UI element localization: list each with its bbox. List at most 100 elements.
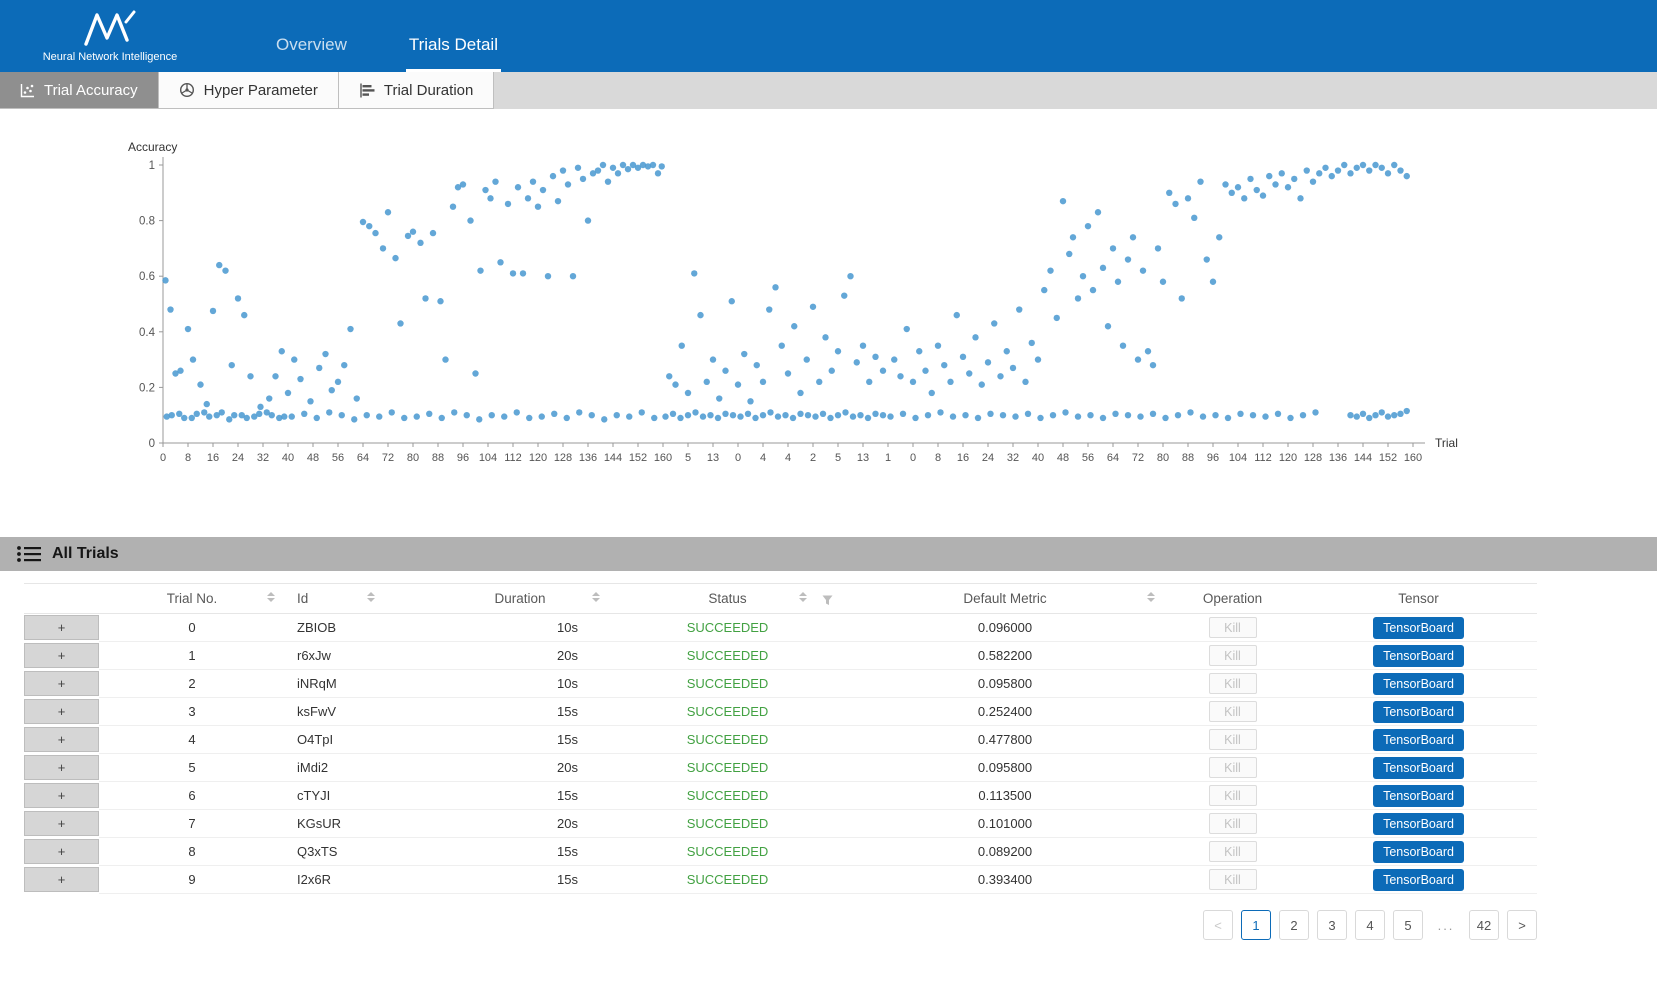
scatter-point	[766, 306, 772, 312]
nav-overview[interactable]: Overview	[273, 35, 350, 72]
scatter-point	[1397, 167, 1403, 173]
pagination-ellipsis: ...	[1431, 910, 1461, 940]
pagination-page-5[interactable]: 5	[1393, 910, 1423, 940]
scatter-point	[1275, 411, 1281, 417]
expand-row-button[interactable]: +	[24, 615, 99, 640]
col-operation: Operation	[1165, 584, 1300, 614]
col-label: Trial No.	[167, 591, 218, 606]
expand-row-button[interactable]: +	[24, 699, 99, 724]
filter-icon[interactable]	[822, 594, 833, 609]
pagination-prev-button[interactable]: <	[1203, 910, 1233, 940]
scatter-point	[297, 376, 303, 382]
scatter-point	[760, 379, 766, 385]
scatter-point	[650, 162, 656, 168]
tab-trial-duration[interactable]: Trial Duration	[339, 72, 494, 109]
expand-row-button[interactable]: +	[24, 643, 99, 668]
tensorboard-button[interactable]: TensorBoard	[1373, 673, 1464, 695]
scatter-point	[816, 379, 822, 385]
tensor-cell: TensorBoard	[1300, 782, 1537, 810]
x-tick-label: 104	[1229, 452, 1247, 464]
pagination: <12345... 42 >	[24, 910, 1537, 940]
scatter-point	[1110, 245, 1116, 251]
pagination-next-button[interactable]: >	[1507, 910, 1537, 940]
tensorboard-button[interactable]: TensorBoard	[1373, 645, 1464, 667]
scatter-point	[1347, 412, 1353, 418]
kill-button[interactable]: Kill	[1209, 813, 1257, 834]
kill-button[interactable]: Kill	[1209, 869, 1257, 890]
tensor-cell: TensorBoard	[1300, 698, 1537, 726]
x-tick-label: 8	[935, 452, 941, 464]
scatter-point	[169, 412, 175, 418]
scatter-point	[615, 170, 621, 176]
scatter-point	[950, 413, 956, 419]
sort-icon[interactable]	[592, 592, 600, 602]
scatter-point	[1235, 184, 1241, 190]
col-tensor: Tensor	[1300, 584, 1537, 614]
x-tick-label: 32	[257, 452, 269, 464]
scatter-point	[972, 334, 978, 340]
sort-icon[interactable]	[1147, 592, 1155, 602]
kill-button[interactable]: Kill	[1209, 701, 1257, 722]
scatter-point	[1341, 162, 1347, 168]
kill-button[interactable]: Kill	[1209, 617, 1257, 638]
pagination-page-3[interactable]: 3	[1317, 910, 1347, 940]
kill-button[interactable]: Kill	[1209, 673, 1257, 694]
pagination-page-2[interactable]: 2	[1279, 910, 1309, 940]
scatter-point	[1100, 265, 1106, 271]
kill-button[interactable]: Kill	[1209, 645, 1257, 666]
tab-trial-accuracy[interactable]: Trial Accuracy	[0, 72, 159, 109]
scatter-point	[540, 187, 546, 193]
expand-row-button[interactable]: +	[24, 671, 99, 696]
scatter-point	[847, 273, 853, 279]
operation-cell: Kill	[1165, 866, 1300, 894]
scatter-point	[1125, 412, 1131, 418]
tensorboard-button[interactable]: TensorBoard	[1373, 813, 1464, 835]
tensorboard-button[interactable]: TensorBoard	[1373, 729, 1464, 751]
scatter-point	[1075, 413, 1081, 419]
tensorboard-button[interactable]: TensorBoard	[1373, 757, 1464, 779]
scatter-point	[605, 178, 611, 184]
scatter-point	[535, 204, 541, 210]
scatter-point	[797, 411, 803, 417]
kill-button[interactable]: Kill	[1209, 757, 1257, 778]
tab-hyper-parameter[interactable]: Hyper Parameter	[159, 72, 339, 109]
nav-trials-detail[interactable]: Trials Detail	[406, 35, 501, 72]
expand-row-button[interactable]: +	[24, 755, 99, 780]
scatter-point	[850, 413, 856, 419]
tensorboard-button[interactable]: TensorBoard	[1373, 785, 1464, 807]
scatter-point	[625, 166, 631, 172]
tensorboard-button[interactable]: TensorBoard	[1373, 617, 1464, 639]
pagination-page-42[interactable]: 42	[1469, 910, 1499, 940]
scatter-point	[716, 395, 722, 401]
scatter-point	[1297, 195, 1303, 201]
trial-id-cell: ksFwV	[285, 698, 430, 726]
tensorboard-button[interactable]: TensorBoard	[1373, 869, 1464, 891]
kill-button[interactable]: Kill	[1209, 729, 1257, 750]
expand-row-button[interactable]: +	[24, 727, 99, 752]
x-tick-label: 112	[504, 452, 522, 464]
expand-cell: +	[24, 782, 99, 810]
scatter-point	[601, 416, 607, 422]
expand-row-button[interactable]: +	[24, 867, 99, 892]
expand-row-button[interactable]: +	[24, 783, 99, 808]
scatter-point	[1241, 195, 1247, 201]
sort-icon[interactable]	[799, 592, 807, 602]
kill-button[interactable]: Kill	[1209, 785, 1257, 806]
scatter-point	[666, 373, 672, 379]
x-tick-label: 24	[982, 452, 994, 464]
tensorboard-button[interactable]: TensorBoard	[1373, 701, 1464, 723]
default-metric-cell: 0.113500	[845, 782, 1165, 810]
kill-button[interactable]: Kill	[1209, 841, 1257, 862]
pagination-page-4[interactable]: 4	[1355, 910, 1385, 940]
x-tick-label: 16	[957, 452, 969, 464]
pagination-page-1[interactable]: 1	[1241, 910, 1271, 940]
sort-icon[interactable]	[267, 592, 275, 602]
sort-icon[interactable]	[367, 592, 375, 602]
tensorboard-button[interactable]: TensorBoard	[1373, 841, 1464, 863]
expand-row-button[interactable]: +	[24, 839, 99, 864]
x-tick-label: 0	[160, 452, 166, 464]
expand-row-button[interactable]: +	[24, 811, 99, 836]
scatter-point	[775, 413, 781, 419]
x-tick-label: 120	[529, 452, 547, 464]
scatter-point	[1237, 411, 1243, 417]
